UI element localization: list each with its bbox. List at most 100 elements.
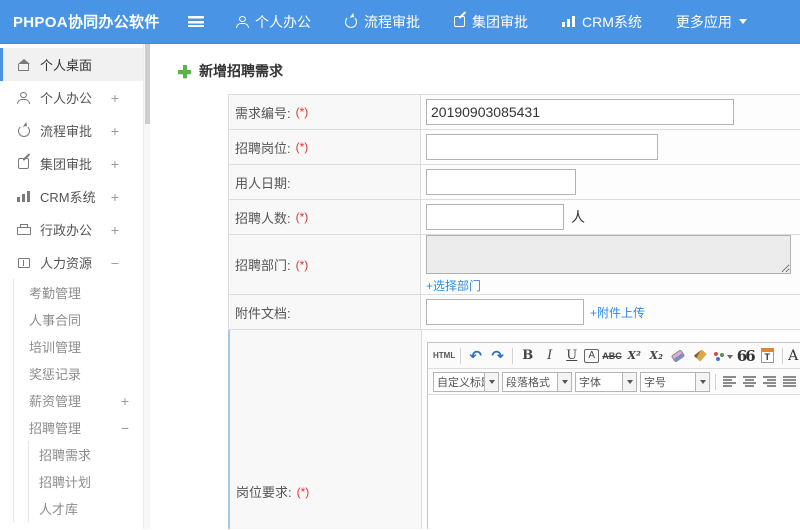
plus-icon bbox=[178, 64, 191, 78]
job-position-input[interactable] bbox=[426, 134, 658, 160]
form-row-request-number: 需求编号: (*) bbox=[228, 95, 800, 130]
request-number-input[interactable] bbox=[426, 99, 734, 125]
superscript-button[interactable]: X² bbox=[625, 346, 644, 366]
clipboard-letter: T bbox=[764, 352, 770, 362]
nav-item-label: 更多应用 bbox=[675, 13, 732, 30]
sidebar-item-personal-office[interactable]: 个人办公 + bbox=[0, 81, 143, 114]
sidebar-item-attendance[interactable]: 考勤管理 bbox=[14, 279, 143, 306]
sidebar-item-group-approval[interactable]: 集团审批 + bbox=[0, 147, 143, 180]
font-family-select[interactable]: 字体 bbox=[575, 371, 637, 392]
subscript-button[interactable]: X₂ bbox=[647, 346, 666, 366]
autotypeset-button[interactable]: A bbox=[584, 348, 600, 363]
sidebar-item-crm[interactable]: CRM系统 + bbox=[0, 180, 143, 213]
underline-button[interactable]: U bbox=[562, 346, 581, 366]
toolbar-separator bbox=[460, 347, 462, 364]
nav-item-crm[interactable]: CRM系统 bbox=[562, 12, 642, 32]
select-department-link[interactable]: +选择部门 bbox=[426, 277, 481, 294]
form-row-attachment: 附件文档: +附件上传 bbox=[228, 295, 800, 330]
caret-down-icon bbox=[484, 372, 498, 391]
attachment-input[interactable] bbox=[426, 299, 584, 325]
format-brush-button[interactable] bbox=[691, 346, 710, 366]
toolbar-separator bbox=[715, 373, 716, 390]
color-dots-icon bbox=[713, 351, 725, 361]
align-center-icon[interactable] bbox=[743, 376, 756, 387]
form-row-headcount: 招聘人数: (*) 人 bbox=[228, 200, 800, 235]
recruit-demand-form: 需求编号: (*) 招聘岗位: (*) 用人日期: bbox=[228, 94, 800, 529]
bold-button[interactable]: B bbox=[518, 346, 537, 366]
sidebar-item-personal-desktop[interactable]: 个人桌面 bbox=[0, 48, 143, 81]
sidebar-item-recruit-demand[interactable]: 招聘需求 bbox=[29, 441, 143, 468]
expand-icon[interactable]: + bbox=[111, 189, 119, 205]
color-format-button[interactable] bbox=[713, 346, 733, 366]
sidebar-item-recruit-plan[interactable]: 招聘计划 bbox=[29, 468, 143, 495]
department-textarea[interactable] bbox=[426, 235, 791, 274]
editor-content-area[interactable] bbox=[428, 395, 800, 529]
custom-title-select[interactable]: 自定义标题 bbox=[433, 371, 499, 392]
top-navbar: PHPOA协同办公软件 个人办公 流程审批 集团审批 CRM系统 更多应用 bbox=[0, 0, 800, 44]
sidebar-item-label: 人才库 bbox=[39, 502, 79, 517]
select-value: 自定义标题 bbox=[437, 376, 484, 389]
sidebar-item-label: 人力资源 bbox=[40, 256, 93, 271]
sidebar-item-admin-office[interactable]: 行政办公 + bbox=[0, 213, 143, 246]
workflow-icon bbox=[17, 124, 30, 137]
collapse-icon[interactable]: − bbox=[111, 255, 119, 271]
field-label: 招聘岗位: bbox=[235, 140, 291, 156]
sidebar-item-label: 薪资管理 bbox=[29, 394, 82, 409]
caret-down-icon bbox=[738, 19, 747, 28]
expand-icon[interactable]: + bbox=[111, 156, 119, 172]
attachment-upload-link[interactable]: +附件上传 bbox=[590, 304, 645, 321]
strikethrough-button[interactable]: ABC bbox=[602, 346, 622, 366]
editor-toolbar-row2: 自定义标题 段落格式 字体 bbox=[428, 369, 800, 395]
page-title-text: 新增招聘需求 bbox=[199, 63, 283, 79]
form-row-job-requirements: 岗位要求: (*) HTML ↶ ↷ B I U A ABC X² X₂ 66 … bbox=[228, 330, 800, 529]
font-color-button[interactable]: A bbox=[788, 346, 800, 366]
nav-item-label: 流程审批 bbox=[364, 13, 420, 30]
nav-item-more-apps[interactable]: 更多应用 bbox=[676, 12, 747, 32]
sidebar-item-reward-punishment[interactable]: 奖惩记录 bbox=[14, 360, 143, 387]
blockquote-button[interactable]: 66 bbox=[736, 346, 756, 366]
nav-item-group-approval[interactable]: 集团审批 bbox=[454, 12, 528, 32]
nav-item-workflow-approval[interactable]: 流程审批 bbox=[345, 12, 420, 32]
eraser-icon bbox=[671, 348, 686, 363]
person-icon bbox=[236, 16, 248, 28]
sidebar-item-recruit-mgmt[interactable]: 招聘管理 − bbox=[14, 414, 143, 441]
paste-text-button[interactable]: T bbox=[758, 346, 777, 366]
align-right-icon[interactable] bbox=[763, 376, 776, 387]
sidebar-item-label: 考勤管理 bbox=[29, 286, 82, 301]
font-size-select[interactable]: 字号 bbox=[640, 371, 710, 392]
align-justify-icon[interactable] bbox=[783, 376, 796, 387]
expand-icon[interactable]: + bbox=[111, 90, 119, 106]
expand-icon[interactable]: + bbox=[121, 393, 129, 409]
select-value: 段落格式 bbox=[506, 376, 550, 389]
collapse-icon[interactable]: − bbox=[121, 420, 129, 436]
bar-chart-icon bbox=[562, 16, 575, 27]
scrollbar-thumb[interactable] bbox=[145, 44, 150, 124]
redo-icon[interactable]: ↷ bbox=[488, 346, 507, 366]
expand-icon[interactable]: + bbox=[111, 222, 119, 238]
sidebar-item-salary[interactable]: 薪资管理 + bbox=[14, 387, 143, 414]
menu-toggle-icon[interactable] bbox=[188, 16, 204, 27]
headcount-input[interactable] bbox=[426, 204, 564, 230]
required-mark: (*) bbox=[295, 105, 309, 119]
sidebar-item-hr[interactable]: 人力资源 − bbox=[0, 246, 143, 279]
broom-icon bbox=[693, 349, 707, 362]
form-row-employment-date: 用人日期: bbox=[228, 165, 800, 200]
html-source-button[interactable]: HTML bbox=[433, 346, 455, 366]
caret-down-icon bbox=[726, 354, 733, 362]
undo-icon[interactable]: ↶ bbox=[466, 346, 485, 366]
field-label: 附件文档: bbox=[235, 305, 291, 321]
nav-item-personal-office[interactable]: 个人办公 bbox=[236, 12, 311, 32]
sidebar-item-talent-pool[interactable]: 人才库 bbox=[29, 495, 143, 522]
paragraph-format-select[interactable]: 段落格式 bbox=[502, 371, 572, 392]
top-nav-menu: 个人办公 流程审批 集团审批 CRM系统 更多应用 bbox=[236, 12, 747, 32]
sidebar-item-hr-contract[interactable]: 人事合同 bbox=[14, 306, 143, 333]
sidebar-item-workflow-approval[interactable]: 流程审批 + bbox=[0, 114, 143, 147]
employment-date-input[interactable] bbox=[426, 169, 576, 195]
expand-icon[interactable]: + bbox=[111, 123, 119, 139]
eraser-button[interactable] bbox=[669, 346, 688, 366]
page-title: 新增招聘需求 bbox=[178, 61, 800, 81]
italic-button[interactable]: I bbox=[540, 346, 559, 366]
align-left-icon[interactable] bbox=[723, 376, 736, 387]
font-color-letter: A bbox=[788, 347, 799, 364]
sidebar-item-training[interactable]: 培训管理 bbox=[14, 333, 143, 360]
